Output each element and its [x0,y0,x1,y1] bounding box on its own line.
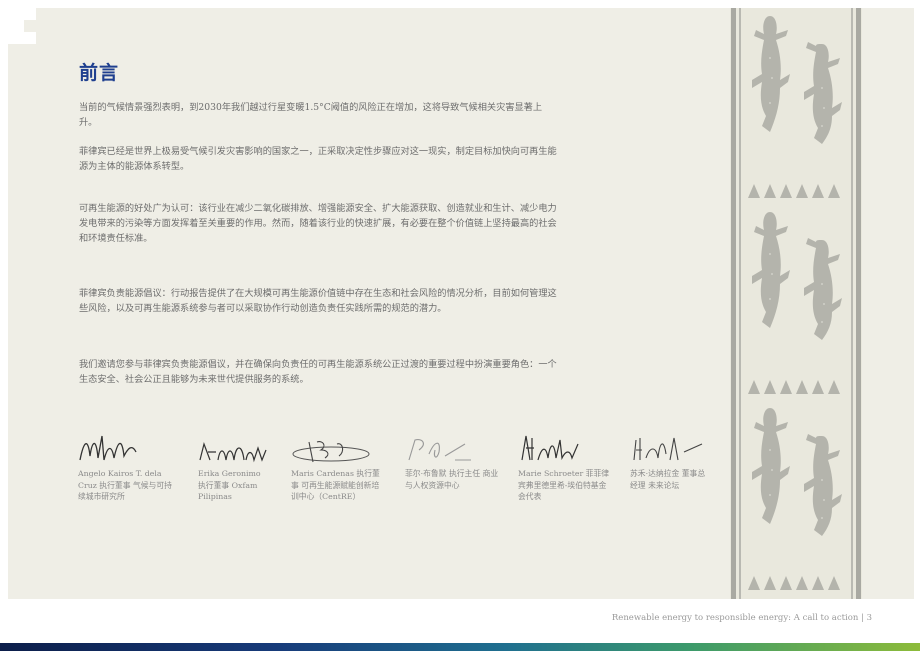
signatory-3: Maris Cardenas 执行董事 可再生能源赋能创新培训中心（CentRE… [291,430,387,503]
signatory-caption: 苏禾·达纳拉金 董事总经理 未来论坛 [630,469,706,490]
signatory-2: Erika Geronimo 执行董事 Oxfam Pilipinas [198,430,268,503]
paragraph-5: 我们邀请您参与菲律宾负责能源倡议，并在确保向负责任的可再生能源系统公正过渡的重要… [79,359,557,385]
page-title: 前言 [79,62,120,84]
bottom-color-band [0,643,920,651]
signatory-caption: Maris Cardenas 执行董事 可再生能源赋能创新培训中心（CentRE… [291,469,380,501]
signatory-5: Marie Schroeter 菲菲律宾弗里德里希-埃伯特基金会代表 [518,430,610,503]
signatory-caption: Marie Schroeter 菲菲律宾弗里德里希-埃伯特基金会代表 [518,469,610,501]
woven-pattern-decoration [730,8,862,599]
paragraph-3: 可再生能源的好处广为认可：该行业在减少二氧化碳排放、增强能源安全、扩大能源获取、… [79,203,557,244]
signatory-1: Angelo Kairos T. dela Cruz 执行董事 气候与可持续城市… [78,430,178,503]
corner-notch [0,8,52,52]
paragraph-1: 当前的气候情景强烈表明，到2030年我们越过行星变暖1.5°C阈值的风险正在增加… [79,102,543,128]
lizard-pattern-icon [731,8,861,599]
signature-mark-3 [292,441,370,463]
signatory-4: 菲尔·布鲁默 执行主任 商业与人权资源中心 [405,430,501,491]
paragraph-4: 菲律宾负责能源倡议：行动报告提供了在大规模可再生能源价值链中存在生态和社会风险的… [79,288,557,314]
signature-mark-1 [79,435,137,461]
signature-mark-2 [199,441,267,463]
paragraph-2: 菲律宾已经是世界上极易受气候引发灾害影响的国家之一，正采取决定性步骤应对这一现实… [79,146,557,172]
signature-mark-6 [633,437,703,461]
page-footer: Renewable energy to responsible energy: … [611,613,872,623]
signatory-caption: Angelo Kairos T. dela Cruz 执行董事 气候与可持续城市… [78,469,172,501]
signatory-caption: Erika Geronimo 执行董事 Oxfam Pilipinas [198,469,261,501]
signatory-caption: 菲尔·布鲁默 执行主任 商业与人权资源中心 [405,469,499,490]
signature-mark-5 [521,435,579,461]
signatory-6: 苏禾·达纳拉金 董事总经理 未来论坛 [630,430,710,491]
signature-mark-4 [408,439,471,461]
